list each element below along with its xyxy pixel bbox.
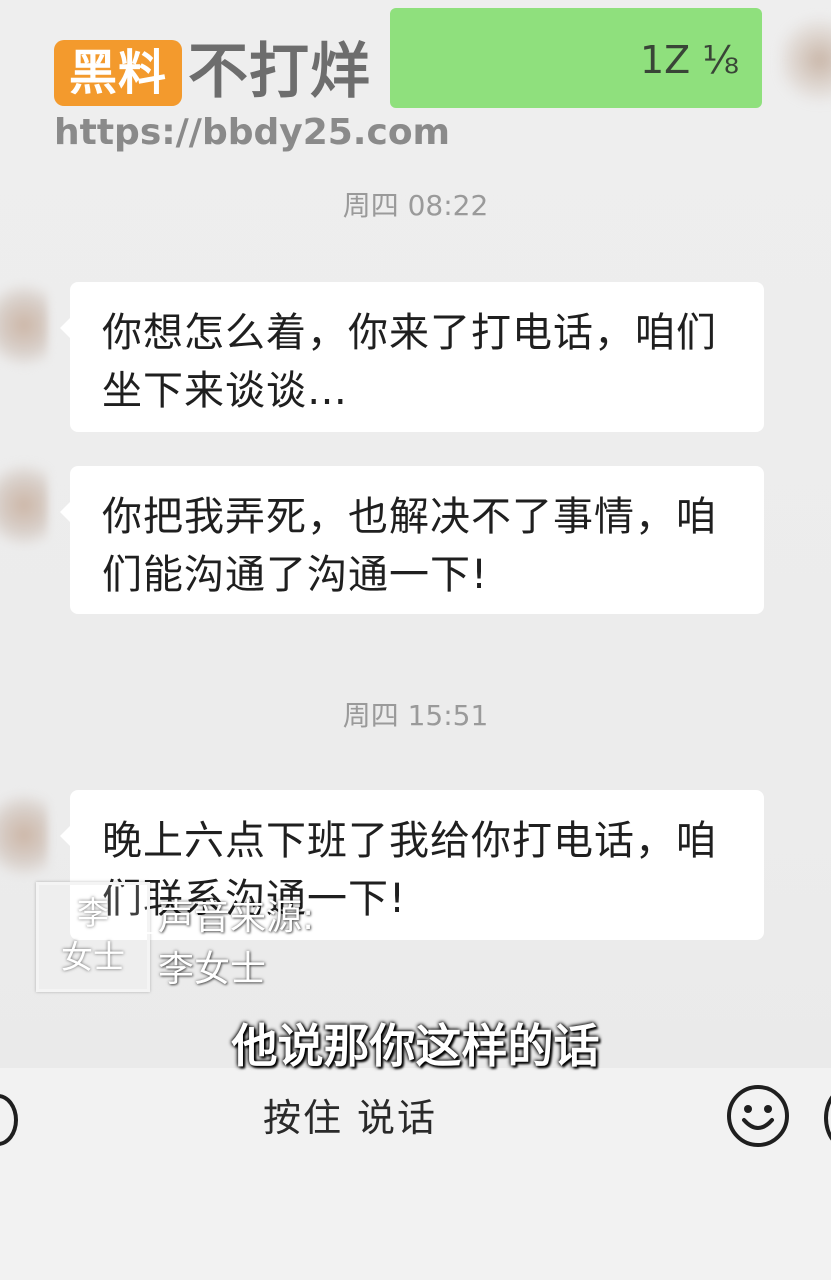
source-label: 声音来源: [158, 897, 315, 938]
received-message-bubble[interactable]: 你想怎么着，你来了打电话，咱们坐下来谈谈… [60, 282, 764, 432]
self-avatar[interactable] [780, 10, 831, 110]
source-box-glyph: 李 女士 [60, 894, 125, 976]
received-message-bubble[interactable]: 你把我弄死，也解决不了事情，咱们能沟通了沟通一下! [60, 466, 764, 614]
message-timestamp: 周四 15:51 [342, 699, 489, 732]
contact-avatar[interactable] [0, 280, 48, 370]
contact-avatar[interactable] [0, 790, 48, 880]
message-timestamp: 周四 08:22 [342, 189, 489, 222]
video-subtitle: 他说那你这样的话 [231, 1019, 600, 1073]
watermark-badge: 黑料 [54, 40, 182, 106]
message-text: 你想怎么着，你来了打电话，咱们坐下来谈谈… [102, 310, 717, 414]
source-name: 李女士 [158, 949, 267, 990]
source-icon-box: 李 女士 [36, 882, 150, 992]
chat-screen: 1Z ⅛ 黑料 不打烊 https://bbdy25.com 周四 08:22 … [0, 0, 831, 1280]
emoji-face-icon[interactable] [726, 1084, 790, 1148]
press-to-talk-button[interactable]: 按住 说话 [0, 1082, 700, 1154]
sent-message-text: 1Z ⅛ [640, 38, 740, 82]
watermark-url: https://bbdy25.com [54, 112, 451, 153]
watermark-text: 不打烊 [188, 37, 371, 107]
message-text: 你把我弄死，也解决不了事情，咱们能沟通了沟通一下! [102, 494, 717, 598]
contact-avatar[interactable] [0, 460, 48, 550]
